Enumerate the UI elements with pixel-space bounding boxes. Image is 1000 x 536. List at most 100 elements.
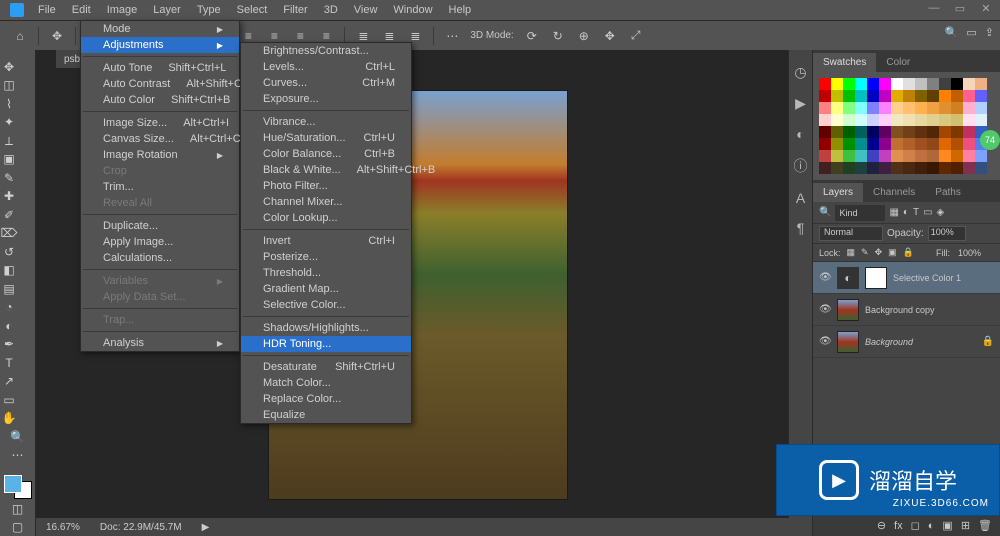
lock-pixel-icon[interactable]: ✎	[861, 247, 869, 258]
filter-shape-icon[interactable]: ▭	[923, 207, 932, 218]
menu-item[interactable]: Brightness/Contrast...	[241, 43, 411, 59]
type-tool-icon[interactable]: T	[0, 354, 18, 372]
minimize-icon[interactable]: —	[926, 2, 942, 15]
menu-layer[interactable]: Layer	[145, 4, 189, 16]
eyedropper-tool-icon[interactable]: ✎	[0, 169, 18, 187]
swatch[interactable]	[915, 138, 927, 150]
swatch[interactable]	[879, 162, 891, 174]
menu-item[interactable]: Image Size...Alt+Ctrl+I	[81, 115, 239, 131]
swatch[interactable]	[963, 102, 975, 114]
swatch[interactable]	[951, 90, 963, 102]
menu-item[interactable]: Threshold...	[241, 265, 411, 281]
swatch[interactable]	[855, 162, 867, 174]
swatch[interactable]	[903, 90, 915, 102]
swatch[interactable]	[831, 138, 843, 150]
swatch[interactable]	[867, 114, 879, 126]
menu-item[interactable]: Posterize...	[241, 249, 411, 265]
3d-pan-icon[interactable]: ⊕	[576, 28, 592, 44]
swatch[interactable]	[927, 162, 939, 174]
swatch[interactable]	[915, 162, 927, 174]
lock-icon[interactable]: 🔒	[903, 247, 914, 258]
swatch[interactable]	[891, 102, 903, 114]
swatch[interactable]	[855, 126, 867, 138]
menu-image[interactable]: Image	[99, 4, 146, 16]
swatch[interactable]	[819, 126, 831, 138]
swatch[interactable]	[891, 78, 903, 90]
more-icon[interactable]: ⋯	[444, 28, 460, 44]
menu-edit[interactable]: Edit	[64, 4, 99, 16]
lasso-tool-icon[interactable]: ⌇	[0, 95, 18, 113]
swatches-grid[interactable]	[819, 78, 989, 174]
swatch[interactable]	[915, 150, 927, 162]
lock-position-icon[interactable]: ✥	[875, 247, 883, 258]
menu-item[interactable]: Auto ContrastAlt+Shift+Ctrl+L	[81, 76, 239, 92]
swatch[interactable]	[819, 102, 831, 114]
menu-item[interactable]: Match Color...	[241, 375, 411, 391]
swatch[interactable]	[963, 114, 975, 126]
tab-color[interactable]: Color	[876, 53, 920, 72]
wand-tool-icon[interactable]: ✦	[0, 113, 18, 131]
menu-item[interactable]: Canvas Size...Alt+Ctrl+C	[81, 131, 239, 147]
screenmode-icon[interactable]: ▢	[0, 519, 36, 536]
share-icon[interactable]: ⇪	[985, 26, 994, 39]
visibility-icon[interactable]: 👁	[819, 336, 831, 347]
swatch[interactable]	[927, 150, 939, 162]
swatch[interactable]	[867, 102, 879, 114]
swatch[interactable]	[939, 126, 951, 138]
menu-item[interactable]: Auto ColorShift+Ctrl+B	[81, 92, 239, 108]
swatch[interactable]	[927, 114, 939, 126]
swatch[interactable]	[951, 102, 963, 114]
menu-item[interactable]: Levels...Ctrl+L	[241, 59, 411, 75]
filter-type-icon[interactable]: T	[913, 207, 919, 218]
properties-panel-icon[interactable]: ⓘ	[794, 156, 808, 176]
swatch[interactable]	[951, 138, 963, 150]
swatch[interactable]	[843, 78, 855, 90]
menu-item[interactable]: Equalize	[241, 407, 411, 423]
swatch[interactable]	[819, 150, 831, 162]
menu-item[interactable]: Calculations...	[81, 250, 239, 266]
move-tool-icon[interactable]: ✥	[49, 28, 65, 44]
swatch[interactable]	[903, 126, 915, 138]
lock-all-icon[interactable]: ▦	[847, 247, 856, 258]
pen-tool-icon[interactable]: ✒	[0, 335, 18, 353]
swatch[interactable]	[879, 102, 891, 114]
swatch[interactable]	[915, 78, 927, 90]
visibility-icon[interactable]: 👁	[819, 304, 831, 315]
swatch[interactable]	[891, 138, 903, 150]
swatch[interactable]	[915, 90, 927, 102]
tab-channels[interactable]: Channels	[863, 183, 925, 202]
swatch[interactable]	[819, 78, 831, 90]
home-icon[interactable]: ⌂	[12, 28, 28, 44]
swatch[interactable]	[915, 114, 927, 126]
link-icon[interactable]: ⊖	[877, 519, 886, 532]
menu-item[interactable]: Color Balance...Ctrl+B	[241, 146, 411, 162]
3d-slide-icon[interactable]: ✥	[602, 28, 618, 44]
swatch[interactable]	[963, 150, 975, 162]
menu-item[interactable]: Mode	[81, 21, 239, 37]
swatch[interactable]	[879, 114, 891, 126]
swatch[interactable]	[879, 150, 891, 162]
menu-item[interactable]: Exposure...	[241, 91, 411, 107]
close-icon[interactable]: ✕	[978, 2, 994, 15]
menu-item[interactable]: Selective Color...	[241, 297, 411, 313]
swatch[interactable]	[891, 114, 903, 126]
history-tool-icon[interactable]: ↺	[0, 243, 18, 261]
swatch[interactable]	[843, 138, 855, 150]
tab-layers[interactable]: Layers	[813, 183, 863, 202]
menu-item[interactable]: Shadows/Highlights...	[241, 320, 411, 336]
swatch[interactable]	[819, 138, 831, 150]
heal-tool-icon[interactable]: ✚	[0, 187, 18, 205]
menu-item[interactable]: Curves...Ctrl+M	[241, 75, 411, 91]
menu-item[interactable]: Adjustments	[81, 37, 239, 53]
hand-tool-icon[interactable]: ✋	[0, 409, 18, 427]
swatch[interactable]	[939, 102, 951, 114]
swatch[interactable]	[939, 78, 951, 90]
swatch[interactable]	[927, 138, 939, 150]
swatch[interactable]	[951, 114, 963, 126]
foreground-background-swatch[interactable]	[4, 475, 32, 499]
swatch[interactable]	[915, 126, 927, 138]
swatch[interactable]	[975, 90, 987, 102]
eraser-tool-icon[interactable]: ◧	[0, 261, 18, 279]
history-panel-icon[interactable]: ◷	[794, 64, 806, 81]
move-tool-icon[interactable]: ✥	[0, 58, 18, 76]
